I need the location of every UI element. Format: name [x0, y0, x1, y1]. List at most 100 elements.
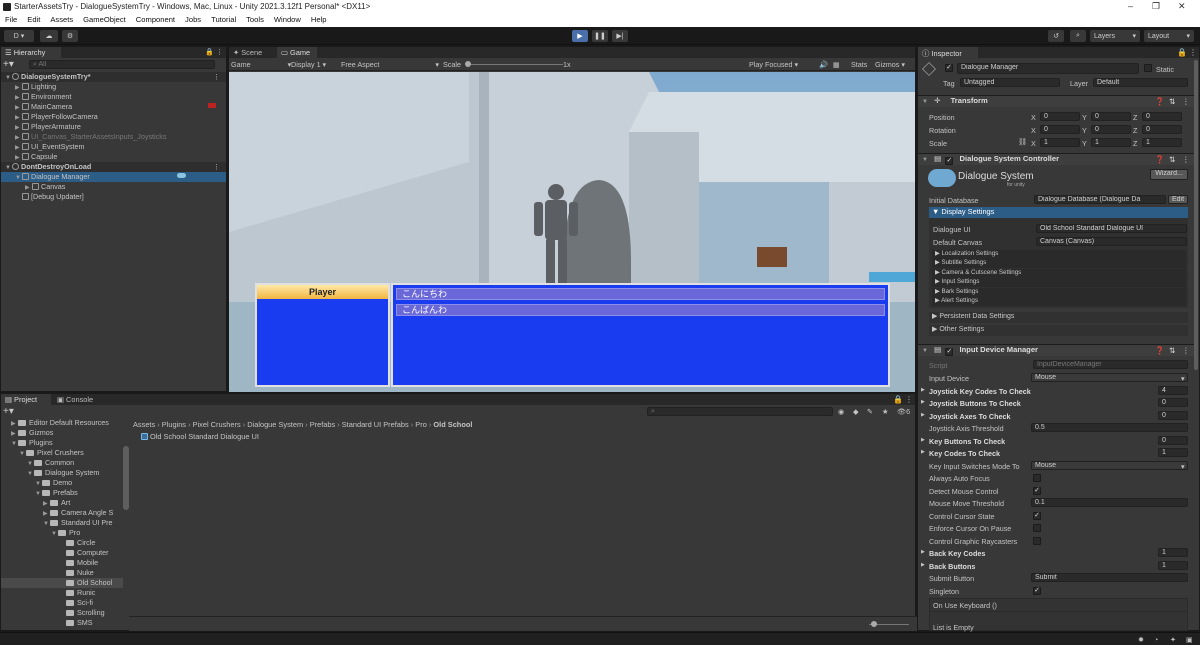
more-icon[interactable]: ⋮: [213, 162, 220, 171]
filter-label-icon[interactable]: ◆: [853, 407, 859, 416]
help-icon[interactable]: ❓: [1155, 155, 1164, 164]
idm-row-value[interactable]: 1: [1158, 560, 1188, 570]
idm-row-label[interactable]: Back Key Codes: [929, 549, 985, 558]
breadcrumb-item[interactable]: Standard UI Prefabs: [342, 420, 409, 429]
tree-scrollbar[interactable]: [123, 446, 129, 510]
static-checkbox[interactable]: [1144, 64, 1152, 72]
package-icon[interactable]: ▣: [1186, 635, 1193, 644]
idm-row-value[interactable]: ✓: [1033, 486, 1041, 495]
tab-hierarchy[interactable]: ☰ Hierarchy: [1, 47, 61, 58]
menu-item-component[interactable]: Component: [131, 14, 180, 27]
project-folder-item[interactable]: ▼ Standard UI Pre: [1, 518, 123, 528]
persistent-data-foldout[interactable]: ▶ Persistent Data Settings: [929, 312, 1188, 323]
hierarchy-item[interactable]: ▼ Dialogue Manager: [1, 172, 226, 182]
idm-row-value[interactable]: Mouse: [1031, 460, 1188, 470]
tab-game[interactable]: ▭ Game: [277, 47, 317, 58]
dialogue-ui-field[interactable]: Old School Standard Dialogue UI: [1036, 224, 1187, 233]
idm-row-label[interactable]: Key Codes To Check: [929, 449, 1000, 458]
chevron-icon[interactable]: ▼: [51, 531, 58, 537]
add-icon[interactable]: +▾: [3, 59, 14, 70]
hierarchy-item[interactable]: [Debug Updater]: [1, 192, 226, 202]
project-folder-item[interactable]: ▼ Demo: [1, 478, 123, 488]
hierarchy-item[interactable]: ▼ DontDestroyOnLoad ⋮: [1, 162, 226, 172]
idm-row-value[interactable]: [1033, 524, 1041, 532]
display-dropdown[interactable]: Display 1 ▾: [291, 60, 326, 69]
idm-row-label[interactable]: Back Buttons: [929, 562, 975, 571]
chevron-icon[interactable]: ▼: [15, 175, 22, 181]
idm-row-value[interactable]: ✓: [1033, 511, 1041, 520]
chevron-icon[interactable]: ▼: [11, 441, 18, 447]
collab-icon[interactable]: ⚙: [62, 30, 78, 42]
idm-row-value[interactable]: [1033, 474, 1041, 482]
chevron-icon[interactable]: ▶: [15, 144, 22, 151]
hierarchy-item[interactable]: ▼ DialogueSystemTry* ⋮: [1, 72, 226, 82]
aspect-dropdown[interactable]: Free Aspect ▾: [341, 60, 439, 69]
more-icon[interactable]: ⋮: [1182, 346, 1190, 355]
search-icon[interactable]: ⌕: [1070, 30, 1086, 42]
project-folder-item[interactable]: ▶ Art: [1, 498, 123, 508]
rotation-z-field[interactable]: 0: [1142, 125, 1182, 134]
more-icon[interactable]: ⋮: [1189, 48, 1197, 57]
scale-z-field[interactable]: 1: [1142, 138, 1182, 147]
favorite-icon[interactable]: ★: [882, 407, 888, 416]
history-icon[interactable]: ↺: [1048, 30, 1064, 42]
breadcrumb-item[interactable]: Plugins: [162, 420, 186, 429]
default-canvas-field[interactable]: Canvas (Canvas): [1036, 237, 1187, 246]
gizmos-button[interactable]: Gizmos ▾: [875, 60, 905, 69]
project-folder-item[interactable]: ▼ Prefabs: [1, 488, 123, 498]
input-device-manager-header[interactable]: ▼ ▤ ✓ Input Device Manager ❓ ⇅ ⋮: [918, 344, 1195, 356]
add-icon[interactable]: +▾: [3, 406, 14, 417]
inspector-scrollbar[interactable]: [1194, 60, 1198, 370]
response-button-2[interactable]: こんばんわ: [396, 304, 885, 316]
hierarchy-item[interactable]: ▶ Canvas: [1, 182, 226, 192]
hierarchy-item[interactable]: ▶ UI_EventSystem: [1, 142, 226, 152]
link-scale-icon[interactable]: ⛓: [1018, 137, 1027, 146]
layout-dropdown[interactable]: Layout ▾: [1144, 30, 1194, 42]
other-settings-foldout[interactable]: ▶ Other Settings: [929, 325, 1188, 336]
tab-scene[interactable]: ✦ Scene: [229, 47, 275, 58]
idm-row-value[interactable]: 1: [1158, 448, 1188, 457]
hierarchy-item[interactable]: ▶ Capsule: [1, 152, 226, 162]
idm-row-value[interactable]: 0.1: [1031, 498, 1188, 507]
active-checkbox[interactable]: ✓: [945, 64, 953, 72]
dialogue-system-controller-header[interactable]: ▼ ▤ ✓ Dialogue System Controller ❓ ⇅ ⋮: [918, 153, 1195, 165]
project-folder-item[interactable]: ▼ Plugins: [1, 438, 123, 448]
sub-settings-foldout[interactable]: ▶ Camera & Cutscene Settings: [932, 268, 1186, 278]
chevron-icon[interactable]: ▶: [15, 84, 22, 91]
scale-y-field[interactable]: 1: [1091, 138, 1131, 147]
sub-settings-foldout[interactable]: ▶ Localization Settings: [932, 250, 1186, 259]
edit-database-button[interactable]: Edit: [1168, 195, 1188, 204]
progress-icon[interactable]: ◔: [1154, 635, 1158, 644]
more-icon[interactable]: ⋮: [1182, 97, 1190, 106]
step-button[interactable]: ▶|: [612, 30, 628, 42]
hierarchy-search-input[interactable]: ⌕ All: [29, 60, 215, 69]
response-button-1[interactable]: こんにちわ: [396, 288, 885, 300]
rotation-y-field[interactable]: 0: [1091, 125, 1131, 134]
game-mode-dropdown[interactable]: Game ▾: [231, 60, 291, 69]
position-z-field[interactable]: 0: [1142, 112, 1182, 121]
idm-row-value[interactable]: 0: [1158, 410, 1188, 420]
project-folder-item[interactable]: Sci-fi: [1, 598, 123, 608]
breadcrumb-item[interactable]: Dialogue System: [247, 420, 303, 429]
idm-row-value[interactable]: 4: [1158, 385, 1188, 395]
pause-button[interactable]: ❚❚: [592, 30, 608, 42]
sub-settings-foldout[interactable]: ▶ Bark Settings: [932, 287, 1186, 297]
settings-icon[interactable]: ✦: [1170, 635, 1176, 644]
hierarchy-item[interactable]: ▶ Environment: [1, 92, 226, 102]
hierarchy-item[interactable]: ▶ UI_Canvas_StarterAssetsInputs_Joysticks: [1, 132, 226, 142]
menu-item-assets[interactable]: Assets: [45, 14, 78, 27]
icon-size-slider-handle[interactable]: [871, 621, 877, 627]
more-icon[interactable]: ⋮: [216, 48, 223, 56]
idm-row-value[interactable]: 0: [1158, 435, 1188, 445]
chevron-icon[interactable]: ▼: [27, 461, 34, 467]
project-folder-item[interactable]: ▼ Pixel Crushers: [1, 448, 123, 458]
position-x-field[interactable]: 0: [1040, 112, 1080, 121]
chevron-icon[interactable]: ▶: [11, 430, 18, 437]
layers-dropdown[interactable]: Layers ▾: [1090, 30, 1140, 42]
breadcrumb-item[interactable]: Prefabs: [310, 420, 335, 429]
idm-row-value[interactable]: Mouse: [1031, 373, 1188, 382]
idm-row-label[interactable]: Joystick Buttons To Check: [929, 399, 1021, 408]
chevron-icon[interactable]: ▶: [43, 500, 50, 507]
chevron-icon[interactable]: ▶: [25, 184, 32, 191]
project-folder-item[interactable]: Runic: [1, 588, 123, 598]
